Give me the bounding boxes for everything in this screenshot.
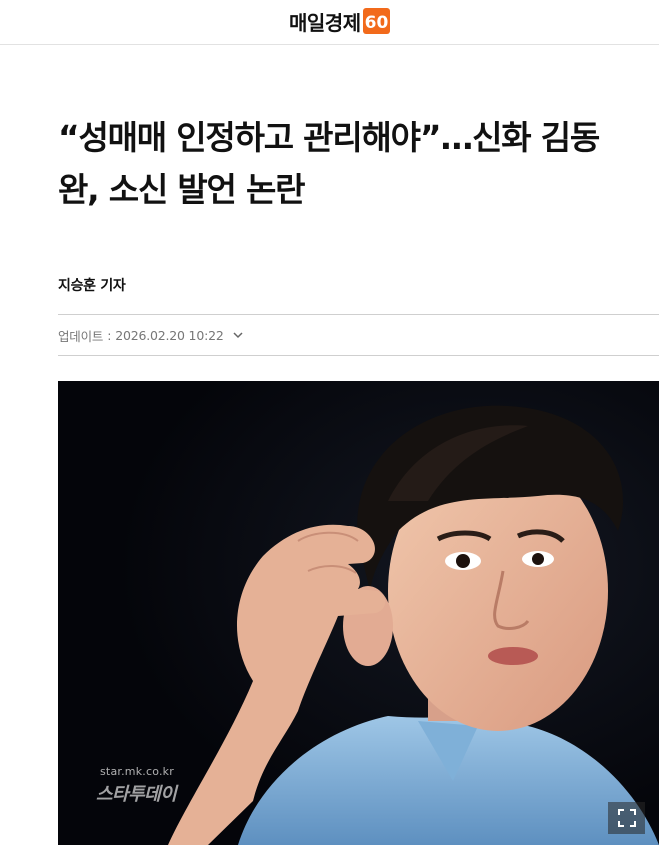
update-info-toggle[interactable]: 업데이트 : 2026.02.20 10:22 <box>58 326 244 344</box>
chevron-down-icon <box>232 329 244 341</box>
update-time: 2026.02.20 10:22 <box>115 327 224 343</box>
anniversary-badge-icon: 60 <box>362 8 390 34</box>
article-headline: “성매매 인정하고 관리해야”…신화 김동완, 소신 발언 논란 <box>58 118 600 209</box>
watermark-brand-text: 스타투데이 <box>96 784 177 805</box>
expand-photo-button[interactable] <box>608 802 645 834</box>
article-page: 매일경제 60 “성매매 인정하고 관리해야”…신화 김동완, 소신 발언 논란… <box>0 0 659 845</box>
site-logo[interactable]: 매일경제 60 <box>289 6 390 36</box>
article-photo[interactable]: star.mk.co.kr 스타투데이 <box>58 381 659 845</box>
divider <box>58 355 659 356</box>
site-header: 매일경제 60 <box>0 0 659 45</box>
update-separator: : <box>107 327 112 343</box>
anniversary-badge-text: 60 <box>364 13 388 33</box>
expand-icon <box>617 808 637 828</box>
logo-text: 매일경제 <box>289 10 361 35</box>
divider <box>58 314 659 315</box>
update-label: 업데이트 <box>58 328 104 344</box>
watermark-site-text: star.mk.co.kr <box>100 765 174 778</box>
article-byline[interactable]: 지승훈 기자 <box>58 275 126 295</box>
